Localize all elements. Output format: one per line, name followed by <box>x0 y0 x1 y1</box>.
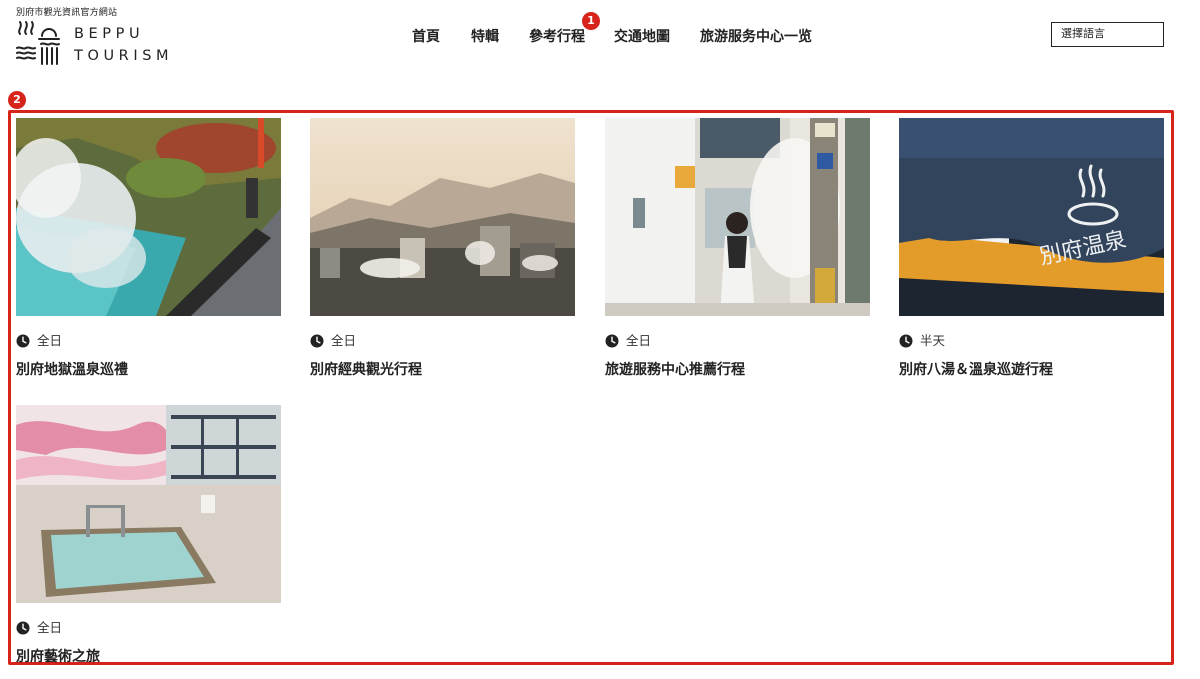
clock-icon <box>310 334 324 348</box>
course-duration: 半天 <box>920 333 946 348</box>
course-photo-street <box>605 118 870 316</box>
course-card[interactable]: 別府温泉 半天 別府八湯＆溫泉巡遊行程 <box>899 118 1164 380</box>
annotation-marker-1: 1 <box>582 12 600 30</box>
course-photo-hells <box>11 118 281 316</box>
course-photo-noren-curtain: 別府温泉 <box>899 118 1164 316</box>
logo-line-beppu: BEPPU <box>74 26 145 42</box>
course-card[interactable]: 全日 別府藝術之旅 <box>16 405 281 667</box>
course-meta: 全日 <box>605 332 870 350</box>
nav-transport-map[interactable]: 交通地圖 <box>614 26 670 48</box>
course-meta: 半天 <box>899 332 1164 350</box>
course-duration: 全日 <box>37 620 63 635</box>
course-duration: 全日 <box>331 333 357 348</box>
nav-tourist-info-centers[interactable]: 旅游服务中心一览 <box>700 26 812 48</box>
annotation-marker-2: 2 <box>8 91 26 109</box>
course-meta: 全日 <box>16 619 281 637</box>
course-duration: 全日 <box>626 333 652 348</box>
nav-home[interactable]: 首頁 <box>412 26 440 48</box>
site-header: 別府市觀光資訊官方網站 BEPPU TOURISM 首頁 特輯 參考行程 交通地… <box>0 0 1200 80</box>
course-meta: 全日 <box>310 332 575 350</box>
beppu-tourism-logo[interactable]: BEPPU TOURISM <box>16 20 186 68</box>
course-duration: 全日 <box>37 333 63 348</box>
course-card[interactable]: 全日 別府地獄溫泉巡禮 <box>11 118 281 380</box>
course-card[interactable]: 全日 別府經典觀光行程 <box>310 118 575 380</box>
course-card[interactable]: 全日 旅遊服務中心推薦行程 <box>605 118 870 380</box>
site-tagline: 別府市觀光資訊官方網站 <box>16 8 118 18</box>
clock-icon <box>899 334 913 348</box>
clock-icon <box>605 334 619 348</box>
logo-wordmark: BEPPU TOURISM <box>74 23 173 67</box>
course-title[interactable]: 別府八湯＆溫泉巡遊行程 <box>899 360 1164 380</box>
steam-waves-logo-icon <box>16 21 60 65</box>
language-select[interactable]: 選擇語言 <box>1051 22 1164 47</box>
clock-icon <box>16 334 30 348</box>
course-title[interactable]: 別府地獄溫泉巡禮 <box>16 360 281 380</box>
logo-line-tourism: TOURISM <box>74 48 174 64</box>
course-photo-city-view <box>310 118 575 316</box>
course-title[interactable]: 別府藝術之旅 <box>16 647 281 667</box>
nav-model-courses[interactable]: 參考行程 <box>529 26 585 48</box>
course-meta: 全日 <box>16 332 281 350</box>
course-title[interactable]: 旅遊服務中心推薦行程 <box>605 360 870 380</box>
course-title[interactable]: 別府經典觀光行程 <box>310 360 575 380</box>
nav-features[interactable]: 特輯 <box>471 26 499 48</box>
course-photo-bathhouse-art <box>16 405 281 603</box>
clock-icon <box>16 621 30 635</box>
